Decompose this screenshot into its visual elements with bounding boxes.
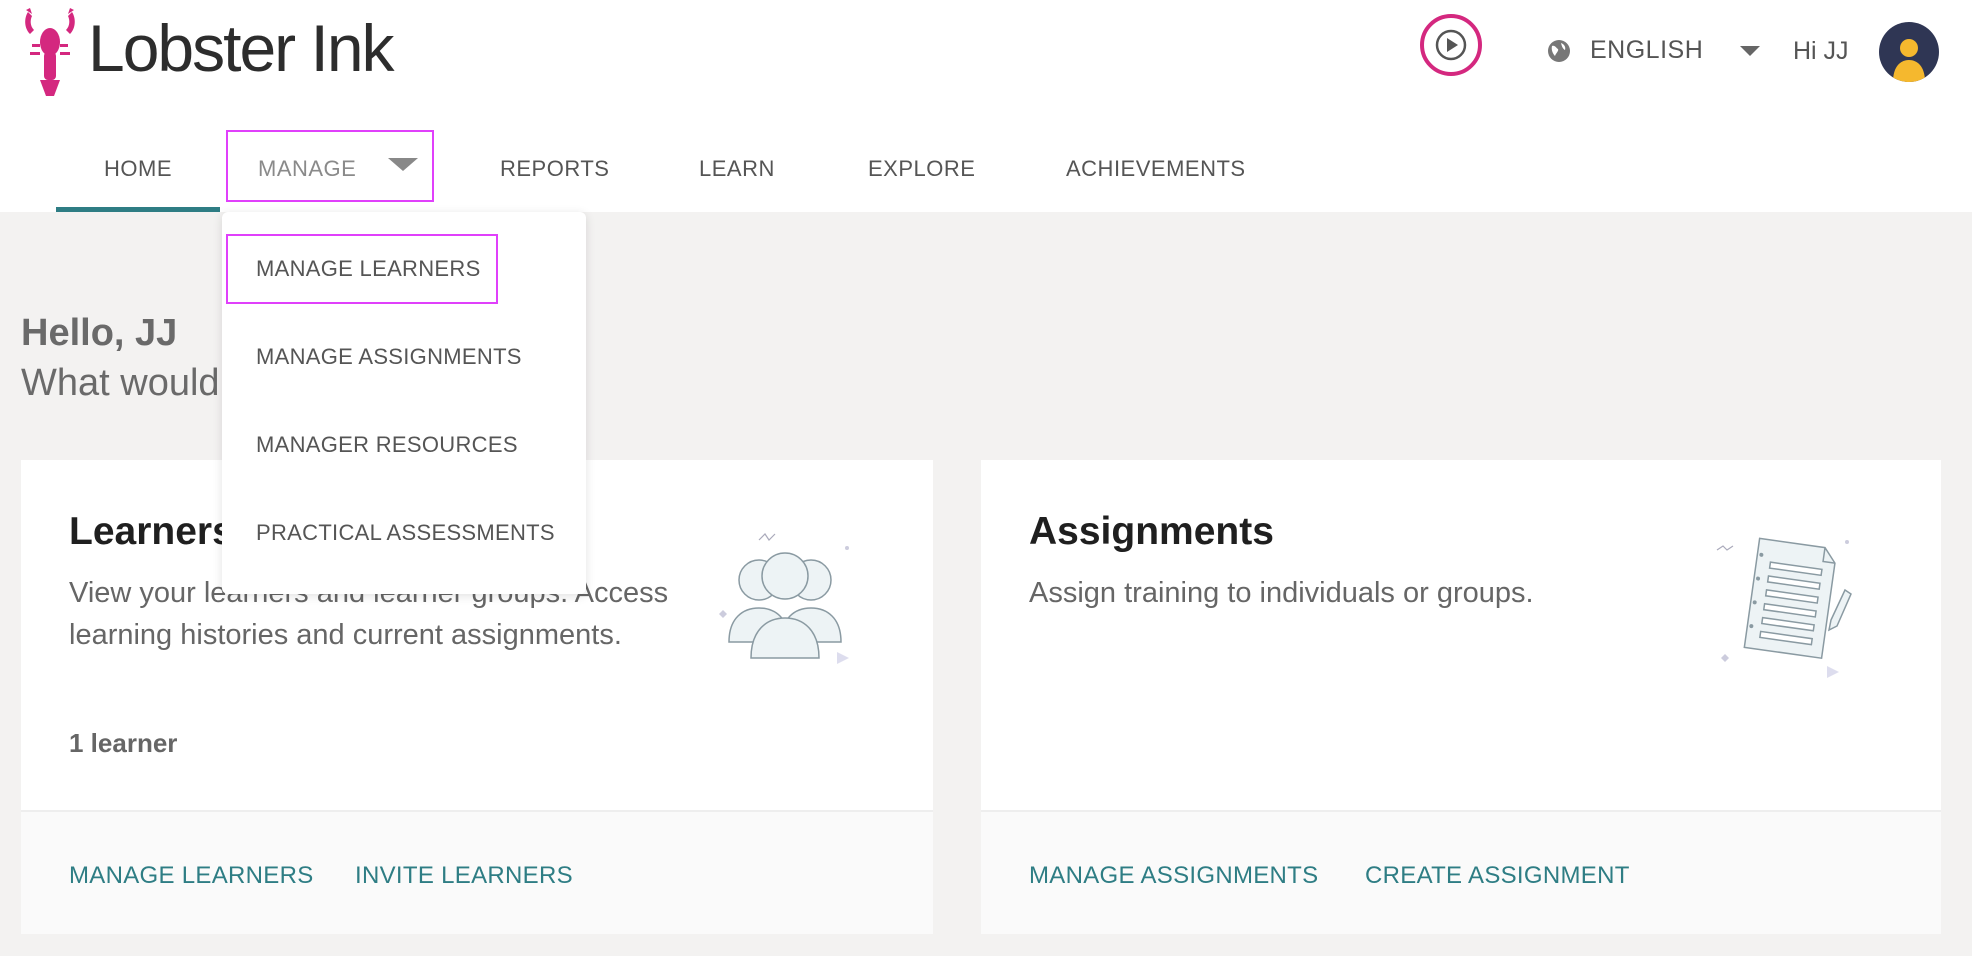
assignments-card-footer: MANAGE ASSIGNMENTS CREATE ASSIGNMENT xyxy=(981,810,1941,934)
logo[interactable]: Lobster Ink xyxy=(20,8,395,96)
menu-item-practical-assessments[interactable]: PRACTICAL ASSESSMENTS xyxy=(226,498,555,568)
tab-reports-label: REPORTS xyxy=(500,156,610,181)
learners-card-footer: MANAGE LEARNERS INVITE LEARNERS xyxy=(21,810,933,934)
user-greeting: Hi JJ xyxy=(1793,37,1849,65)
menu-item-label: MANAGER RESOURCES xyxy=(256,432,518,457)
tab-achievements[interactable]: ACHIEVEMENTS xyxy=(1066,130,1246,212)
tab-explore-label: EXPLORE xyxy=(868,156,976,181)
manage-assignments-link[interactable]: MANAGE ASSIGNMENTS xyxy=(1029,862,1318,890)
language-label: ENGLISH xyxy=(1590,36,1704,64)
tab-learn[interactable]: LEARN xyxy=(699,130,775,212)
avatar[interactable] xyxy=(1879,22,1939,82)
menu-item-label: MANAGE LEARNERS xyxy=(256,256,481,281)
menu-item-label: PRACTICAL ASSESSMENTS xyxy=(256,520,555,545)
learners-card-title: Learners xyxy=(69,510,234,553)
tab-manage[interactable]: MANAGE xyxy=(226,130,434,202)
lobster-logo-icon xyxy=(25,8,75,96)
play-circle-icon xyxy=(1435,29,1467,61)
tab-home[interactable]: HOME xyxy=(56,130,220,212)
language-selector[interactable]: ENGLISH xyxy=(1546,36,1703,65)
tab-manage-label: MANAGE xyxy=(258,156,357,181)
learners-count: 1 learner xyxy=(69,728,178,758)
people-group-illustration xyxy=(719,533,849,664)
tab-reports[interactable]: REPORTS xyxy=(500,130,609,212)
menu-item-manage-assignments[interactable]: MANAGE ASSIGNMENTS xyxy=(226,322,522,392)
chevron-down-icon[interactable] xyxy=(1740,46,1760,56)
globe-icon xyxy=(1548,39,1570,62)
manage-dropdown-menu: MANAGE LEARNERS MANAGE ASSIGNMENTS MANAG… xyxy=(222,212,586,594)
menu-item-manager-resources[interactable]: MANAGER RESOURCES xyxy=(226,410,518,480)
page-title: Hello, JJ xyxy=(21,312,178,354)
logo-text: Lobster Ink xyxy=(88,11,395,85)
user-avatar-icon xyxy=(1893,39,1925,82)
chevron-down-icon xyxy=(388,158,418,171)
menu-item-manage-learners[interactable]: MANAGE LEARNERS xyxy=(226,234,498,304)
tab-learn-label: LEARN xyxy=(699,156,775,181)
manage-learners-link[interactable]: MANAGE LEARNERS xyxy=(69,862,314,890)
create-assignment-link[interactable]: CREATE ASSIGNMENT xyxy=(1365,862,1630,890)
top-header: Lobster Ink ENGLISH Hi JJ HOME MANAGE RE… xyxy=(0,0,1972,212)
invite-learners-link[interactable]: INVITE LEARNERS xyxy=(355,862,573,890)
assignments-card-title: Assignments xyxy=(1029,510,1274,553)
menu-item-label: MANAGE ASSIGNMENTS xyxy=(256,344,522,369)
tab-achievements-label: ACHIEVEMENTS xyxy=(1066,156,1246,181)
document-pencil-illustration xyxy=(1716,537,1852,678)
tab-explore[interactable]: EXPLORE xyxy=(868,130,975,212)
assignments-card-description: Assign training to individuals or groups… xyxy=(1029,577,1534,609)
assignments-card: Assignments Assign training to individua… xyxy=(981,460,1941,934)
play-button[interactable] xyxy=(1420,14,1482,76)
tab-home-label: HOME xyxy=(104,156,172,181)
